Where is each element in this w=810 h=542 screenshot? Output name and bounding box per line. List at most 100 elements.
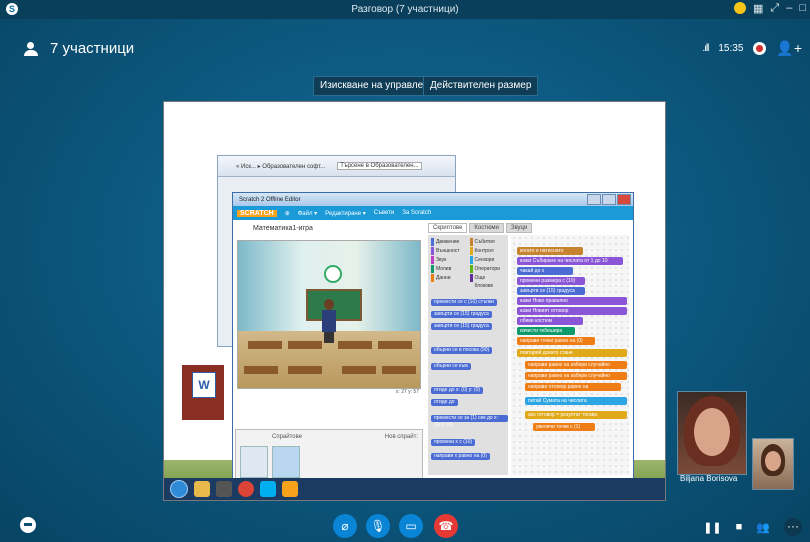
- category-looks[interactable]: Външност: [431, 247, 467, 255]
- scratch-menu-bar: SCRATCH ⊕ Файл ▾ Редактиране ▾ Съвети За…: [233, 206, 633, 220]
- palette-block[interactable]: премести се с (10) стъпки: [431, 299, 497, 306]
- new-sprite-label[interactable]: Нов спрайт:: [385, 434, 418, 440]
- menu-about[interactable]: За Scratch: [402, 210, 431, 216]
- script-block[interactable]: направи равно на избери случайно: [525, 372, 627, 380]
- globe-icon[interactable]: ⊕: [285, 210, 290, 217]
- scratch-editor-window[interactable]: Scratch 2 Offline Editor SCRATCH ⊕ Файл …: [232, 192, 634, 489]
- palette-block[interactable]: направи х равно на (0): [431, 453, 490, 460]
- block-palette: Движение Събития Външност Контрол Звук С…: [428, 235, 508, 475]
- script-block[interactable]: увеличи точки с (1): [533, 423, 595, 431]
- palette-block[interactable]: завърти се (15) градуса: [431, 323, 492, 330]
- end-call-button[interactable]: ☎: [434, 514, 458, 538]
- desk: [338, 341, 372, 349]
- taskbar-media[interactable]: [216, 481, 232, 497]
- editor-tabs: Скриптове Костюми Звуци: [428, 223, 533, 233]
- script-block[interactable]: направи точки равно на (0): [517, 337, 595, 345]
- emoticon-icon[interactable]: [734, 2, 746, 14]
- palette-block[interactable]: обърни се в посока (90): [431, 347, 493, 354]
- script-block[interactable]: кажи Събиране на числата от 1 до 10: [517, 257, 623, 265]
- script-block[interactable]: промени размера с (10): [517, 277, 585, 285]
- category-motion[interactable]: Движение: [431, 238, 467, 246]
- scratch-logo: SCRATCH: [237, 209, 277, 217]
- script-block[interactable]: направи отговор равно на: [525, 383, 621, 391]
- participant-name: Biljana Borisova: [680, 474, 738, 483]
- participants-count: 7 участници: [50, 40, 135, 57]
- tab-sounds[interactable]: Звуци: [505, 223, 533, 233]
- video-off-button[interactable]: ⌀: [333, 514, 357, 538]
- category-pen[interactable]: Молив: [431, 265, 467, 273]
- category-operators[interactable]: Оператори: [469, 265, 506, 273]
- tab-scripts[interactable]: Скриптове: [428, 223, 468, 233]
- maximize-button[interactable]: [602, 194, 616, 205]
- scripts-area[interactable]: когато е натиснато кажи Събиране на числ…: [511, 235, 629, 475]
- script-block[interactable]: когато е натиснато: [517, 247, 583, 255]
- sprite-thumbnail[interactable]: [272, 446, 300, 478]
- explorer-path[interactable]: « Иск... ▸ Образователен софт...: [236, 163, 325, 170]
- palette-block[interactable]: премести се за (1) сек до х: (0) у: (0): [431, 415, 508, 428]
- category-events[interactable]: Събития: [469, 238, 506, 246]
- tab-costumes[interactable]: Костюми: [469, 223, 504, 233]
- participants-icon[interactable]: [22, 41, 40, 56]
- menu-tips[interactable]: Съвети: [374, 210, 394, 216]
- pause-icon[interactable]: ❚❚: [703, 521, 721, 534]
- taskbar-chrome[interactable]: [238, 481, 254, 497]
- add-participant-icon[interactable]: 👤+: [776, 40, 802, 57]
- chat-icon[interactable]: [20, 517, 36, 533]
- script-block[interactable]: обяви костюм: [517, 317, 583, 325]
- shared-screen[interactable]: W « Иск... ▸ Образователен софт... Търсе…: [163, 101, 666, 501]
- sprite-panel: Спрайтове Нов спрайт:: [235, 429, 423, 483]
- word-document-icon[interactable]: W: [192, 372, 216, 398]
- script-block[interactable]: направи равно на избери случайно: [525, 361, 627, 369]
- script-block[interactable]: ако отговор = резултат тогава: [525, 411, 627, 419]
- close-button[interactable]: [617, 194, 631, 205]
- script-block[interactable]: питай Сумата на числата: [525, 397, 627, 405]
- palette-block[interactable]: отиде до: [431, 399, 458, 406]
- participant-video-small[interactable]: [752, 438, 794, 490]
- explorer-address-bar[interactable]: « Иск... ▸ Образователен софт... Търсене…: [218, 156, 455, 177]
- start-button[interactable]: [170, 480, 188, 498]
- participants-header[interactable]: 7 участници: [22, 40, 134, 57]
- script-block[interactable]: кажи Ново правилно: [517, 297, 627, 305]
- category-more-blocks[interactable]: Още блокове: [469, 274, 506, 289]
- participant-video[interactable]: [677, 391, 747, 475]
- add-people-icon[interactable]: 👥: [756, 521, 770, 534]
- taskbar-scratch[interactable]: [282, 481, 298, 497]
- microphone-button[interactable]: 🎙: [366, 514, 390, 538]
- category-sensing[interactable]: Сензори: [469, 256, 506, 264]
- actual-size-button[interactable]: Действителен размер: [423, 76, 539, 96]
- maximize-icon[interactable]: □: [799, 2, 806, 15]
- category-control[interactable]: Контрол: [469, 247, 506, 255]
- explorer-search[interactable]: Търсене в Образователен...: [337, 162, 422, 170]
- menu-file[interactable]: Файл ▾: [298, 210, 317, 217]
- scratch-window-controls[interactable]: [587, 194, 631, 205]
- more-options-icon[interactable]: ···: [784, 518, 802, 536]
- script-block[interactable]: чакай до х: [517, 267, 573, 275]
- taskbar-skype[interactable]: [260, 481, 276, 497]
- palette-block[interactable]: промени х с (10): [431, 439, 476, 446]
- stage-thumbnail[interactable]: [240, 446, 268, 478]
- stage[interactable]: [237, 240, 421, 389]
- taskbar-explorer[interactable]: [194, 481, 210, 497]
- project-name[interactable]: Математика1-игра: [235, 223, 425, 236]
- script-block[interactable]: кажи Новият отговор: [517, 307, 627, 315]
- category-sound[interactable]: Звук: [431, 256, 467, 264]
- teacher-sprite[interactable]: [322, 299, 336, 343]
- record-icon[interactable]: [753, 42, 767, 55]
- menu-edit[interactable]: Редактиране ▾: [325, 210, 366, 217]
- category-data[interactable]: Данни: [431, 274, 467, 282]
- share-screen-button[interactable]: ▭: [399, 514, 423, 538]
- clock-icon: [324, 265, 342, 283]
- scratch-window-title: Scratch 2 Offline Editor: [239, 196, 301, 203]
- expand-icon[interactable]: ⤢: [770, 2, 779, 15]
- signal-strength-icon: .ıll: [702, 43, 709, 54]
- palette-block[interactable]: обърни се към: [431, 363, 471, 370]
- script-block[interactable]: завърти се (15) градуса: [517, 287, 585, 295]
- stop-icon[interactable]: ■: [736, 521, 743, 533]
- palette-block[interactable]: завърти се (15) градуса: [431, 311, 492, 318]
- palette-block[interactable]: отиде до х: (0) у: (0): [431, 387, 484, 394]
- script-block[interactable]: повтаряй докато стане: [517, 349, 627, 357]
- minimize-button[interactable]: [587, 194, 601, 205]
- layout-icon[interactable]: ▦: [753, 2, 763, 15]
- minimize-icon[interactable]: –: [786, 2, 792, 15]
- script-block[interactable]: изчисти тебешира: [517, 327, 575, 335]
